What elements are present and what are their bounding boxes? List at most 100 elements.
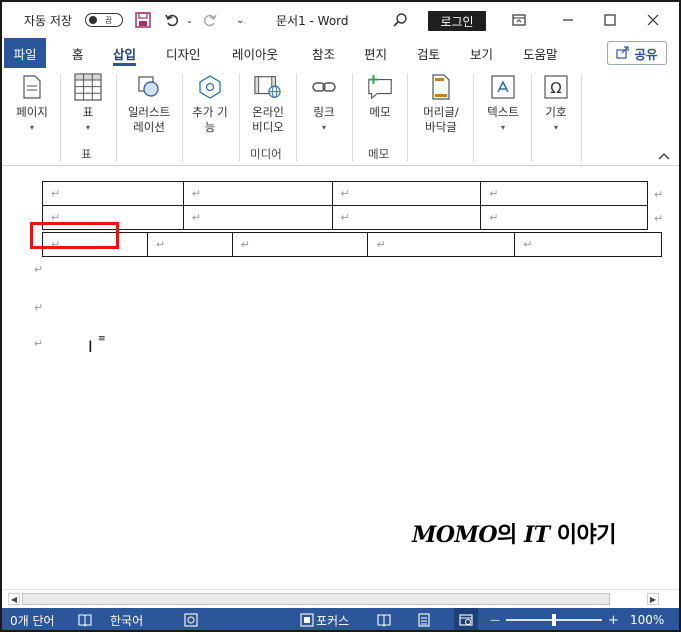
header-footer-button[interactable]: 머리글/ 바닥글: [414, 72, 468, 135]
shapes-icon: [135, 72, 163, 102]
table-icon: [74, 72, 102, 102]
table-cell[interactable]: ↵: [231, 232, 369, 257]
share-label: 공유: [634, 46, 658, 62]
minimize-icon[interactable]: [562, 2, 578, 38]
comments-group-label: 메모: [368, 147, 390, 161]
watermark-it: IT: [523, 522, 550, 548]
zoom-in-icon[interactable]: +: [608, 608, 619, 630]
header-footer-label-2: 바닥글: [425, 120, 457, 134]
customize-qat-icon[interactable]: ⌄: [236, 2, 246, 38]
autosave-state: 끔: [105, 15, 113, 25]
document-canvas[interactable]: ↵ ↵ ↵ ↵ ↵ ↵ ↵ ↵ ↵ ↵ ↵ ↵ ↵ ↵ ↵ ↵ ↵ ↵ I ≡ …: [2, 167, 679, 589]
accessibility-icon[interactable]: [184, 608, 198, 630]
watermark-mid: 의: [497, 522, 524, 548]
horizontal-scrollbar[interactable]: ◀ ▶: [2, 589, 679, 607]
page-icon: [18, 72, 46, 102]
scroll-right-icon[interactable]: ▶: [647, 593, 659, 605]
table-cell[interactable]: ↵: [146, 232, 233, 257]
print-layout-icon[interactable]: [418, 608, 430, 630]
table-cell[interactable]: ↵: [480, 181, 648, 206]
autosave-toggle[interactable]: 끔: [85, 13, 123, 27]
svg-text:Ω: Ω: [550, 79, 561, 97]
group-divider: [60, 74, 61, 162]
maximize-icon[interactable]: [604, 2, 618, 38]
paragraph-mark: ↵: [34, 337, 44, 350]
close-icon[interactable]: [647, 2, 663, 38]
table-cell[interactable]: ↵: [331, 181, 482, 206]
undo-icon[interactable]: [164, 2, 182, 38]
login-button[interactable]: 로그인: [428, 11, 486, 31]
addins-button[interactable]: 추가 기 능: [187, 72, 233, 135]
table-button[interactable]: 표 ▾: [70, 72, 106, 135]
save-icon[interactable]: [135, 2, 153, 38]
tab-mailings[interactable]: 편지: [364, 38, 387, 68]
chevron-down-icon: ▾: [85, 123, 90, 132]
tab-home[interactable]: 홈: [72, 38, 84, 68]
tab-design[interactable]: 디자인: [166, 38, 201, 68]
tab-file[interactable]: 파일: [4, 38, 46, 68]
scrollbar-thumb[interactable]: [22, 593, 610, 605]
search-icon[interactable]: [392, 2, 408, 38]
online-video-label-2: 비디오: [252, 120, 284, 134]
focus-icon[interactable]: [300, 608, 314, 630]
table-cell[interactable]: ↵: [182, 205, 333, 230]
highlight-box: [30, 222, 119, 249]
zoom-out-icon[interactable]: —: [490, 608, 500, 630]
chevron-down-icon: ▾: [321, 123, 326, 132]
undo-dropdown-icon[interactable]: ⌄: [186, 2, 194, 38]
link-button[interactable]: 링크 ▾: [302, 72, 346, 135]
ribbon-display-options-icon[interactable]: [512, 2, 528, 38]
collapse-ribbon-icon[interactable]: [658, 150, 670, 163]
online-video-button[interactable]: 온라인 비디오: [245, 72, 291, 135]
table-cell[interactable]: ↵: [42, 181, 184, 206]
web-layout-icon[interactable]: [454, 608, 478, 630]
share-button[interactable]: 공유: [607, 41, 667, 65]
pages-label: 페이지: [16, 105, 48, 119]
document-title: 문서1 - Word: [276, 13, 349, 28]
watermark-bold: MOMO: [412, 522, 498, 548]
paragraph-mark: ↵: [34, 263, 44, 276]
scroll-left-icon[interactable]: ◀: [8, 593, 20, 605]
symbols-button[interactable]: Ω 기호 ▾: [537, 72, 575, 135]
table-upper[interactable]: ↵ ↵ ↵ ↵ ↵ ↵ ↵ ↵: [42, 181, 648, 230]
symbols-label: 기호: [545, 105, 567, 119]
ribbon-tabs: 파일 홈 삽입 디자인 레이아웃 참조 편지 검토 보기 도움말 공유: [2, 38, 679, 68]
tab-references[interactable]: 참조: [312, 38, 335, 68]
pages-button[interactable]: 페이지 ▾: [10, 72, 54, 135]
zoom-level[interactable]: 100%: [630, 608, 664, 630]
word-count[interactable]: 0개 단어: [10, 608, 55, 630]
language[interactable]: 한국어: [110, 608, 143, 630]
illustrations-button[interactable]: 일러스트 레이션: [122, 72, 176, 135]
table-lower[interactable]: ↵ ↵ ↵ ↵ ↵: [42, 232, 662, 257]
watermark: MOMO의 IT 이야기: [412, 517, 617, 549]
table-cell[interactable]: ↵: [367, 232, 516, 257]
read-mode-icon[interactable]: [377, 608, 391, 630]
chevron-down-icon: ▾: [553, 123, 558, 132]
table-cell[interactable]: ↵: [480, 205, 648, 230]
redo-icon[interactable]: [202, 2, 220, 38]
tab-review[interactable]: 검토: [417, 38, 440, 68]
tab-layout[interactable]: 레이아웃: [232, 38, 278, 68]
group-divider: [531, 74, 532, 162]
group-divider: [407, 74, 408, 162]
online-video-icon: [254, 72, 282, 102]
group-divider: [116, 74, 117, 162]
text-button[interactable]: 텍스트 ▾: [480, 72, 526, 135]
autosave-label: 자동 저장: [24, 13, 72, 28]
addins-label-2: 능: [204, 120, 216, 134]
table-row: ↵ ↵ ↵ ↵: [42, 205, 648, 230]
proofing-icon[interactable]: [78, 608, 92, 630]
tab-help[interactable]: 도움말: [523, 38, 558, 68]
table-cell[interactable]: ↵: [331, 205, 482, 230]
online-video-label-1: 온라인: [252, 105, 284, 119]
row-end-mark: ↵: [654, 188, 664, 201]
comment-button[interactable]: 메모: [359, 72, 401, 120]
focus-label[interactable]: 포커스: [316, 608, 349, 630]
table-cell[interactable]: ↵: [182, 181, 333, 206]
zoom-thumb[interactable]: [552, 614, 556, 626]
table-cell[interactable]: ↵: [514, 232, 662, 257]
tab-insert[interactable]: 삽입: [113, 38, 137, 68]
tab-view[interactable]: 보기: [470, 38, 493, 68]
click-and-type-icon: ≡: [98, 334, 106, 344]
paragraph-mark: ↵: [34, 301, 44, 314]
